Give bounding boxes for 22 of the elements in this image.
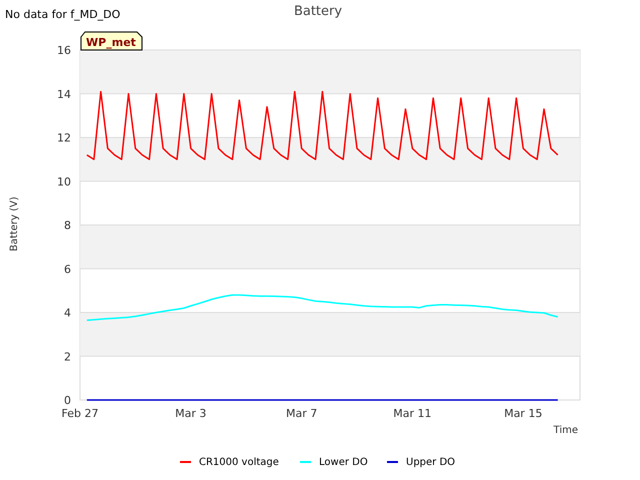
y-tick-label: 0 (64, 394, 71, 407)
x-axis-label: Time (554, 425, 578, 436)
station-tag: WP_met (80, 32, 142, 50)
x-tick-label: Feb 27 (62, 407, 98, 420)
x-tick-label: Mar 7 (286, 407, 318, 420)
y-tick-label: 14 (57, 88, 71, 101)
no-data-note: No data for f_MD_DO (5, 8, 120, 21)
legend-label: Upper DO (406, 457, 456, 468)
x-tick-label: Mar 11 (393, 407, 432, 420)
y-tick-label: 10 (57, 175, 71, 188)
y-tick-label: 2 (64, 350, 71, 364)
x-tick-label: Mar 15 (504, 407, 542, 420)
y-tick-label: 6 (64, 262, 71, 276)
y-tick-label: 16 (57, 44, 71, 57)
x-tick-label: Mar 3 (175, 407, 206, 420)
legend-label: Lower DO (319, 457, 368, 468)
y-tick-label: 12 (57, 132, 71, 144)
y-tick-label: 8 (64, 219, 71, 232)
y-axis-label: Battery (V) (9, 196, 20, 252)
y-tick-label: 4 (64, 306, 71, 320)
chart-title: Battery (294, 4, 342, 19)
legend-label: CR1000 voltage (199, 457, 279, 468)
